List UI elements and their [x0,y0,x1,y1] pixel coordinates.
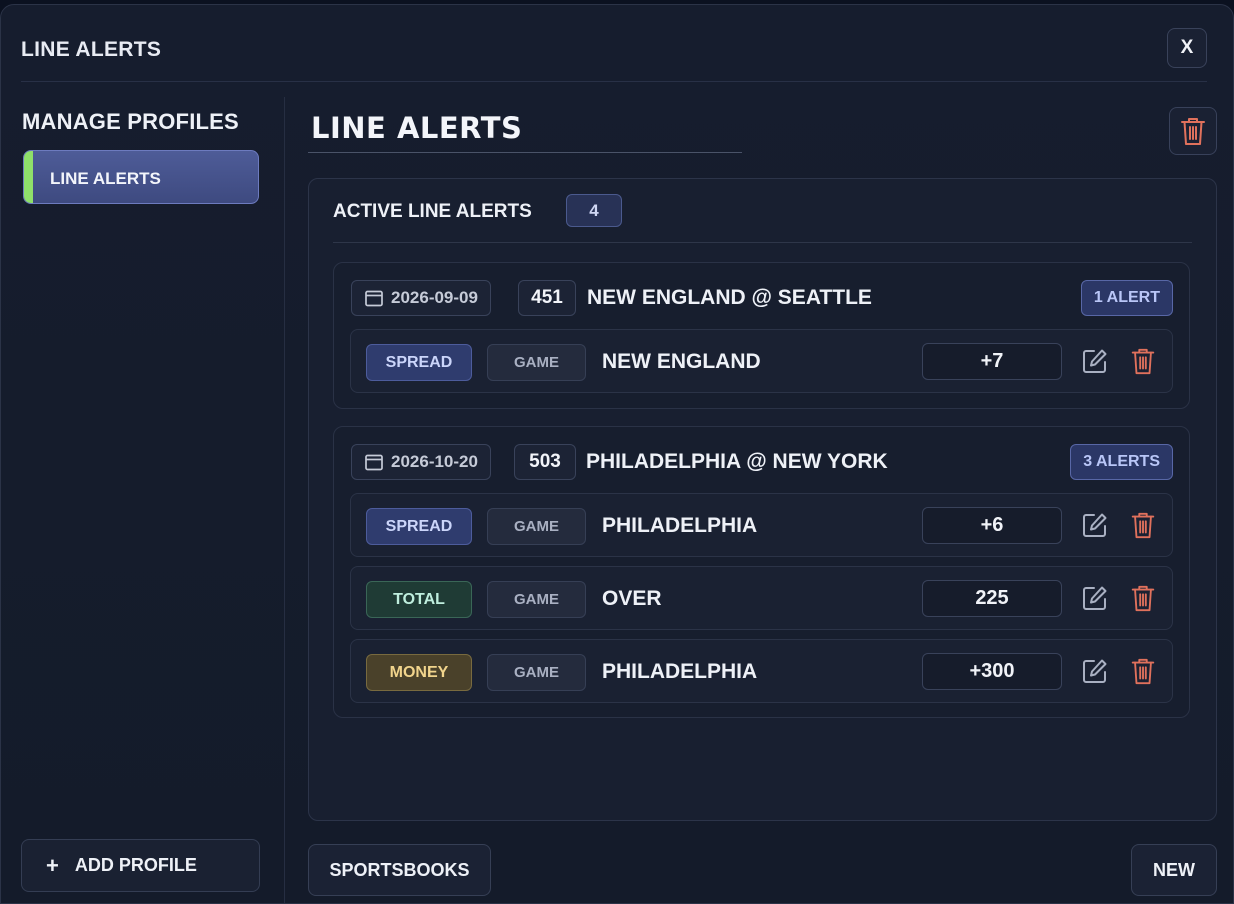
date-chip: 2026-10-20 [351,444,491,480]
add-profile-button[interactable]: + ADD PROFILE [21,839,260,892]
date-label: 2026-09-09 [391,288,478,307]
edit-icon[interactable] [1082,658,1108,684]
calendar-icon [365,454,383,471]
alert-row: MONEY GAME PHILADELPHIA +300 [350,639,1173,703]
trash-icon[interactable] [1130,657,1156,685]
line-value[interactable]: +6 [922,507,1062,544]
new-alert-button[interactable]: NEW [1131,844,1217,896]
alert-count-badge: 1 ALERT [1080,280,1173,316]
game-header: 2026-09-09 451 NEW ENGLAND @ SEATTLE 1 A… [334,263,1189,329]
matchup-label: NEW ENGLAND @ SEATTLE [587,286,872,309]
active-alerts-panel: ACTIVE LINE ALERTS 4 2026-09-09 451 NEW … [308,178,1217,821]
scope-badge: GAME [487,654,586,691]
market-type-badge: MONEY [366,654,472,691]
scope-badge: GAME [487,581,586,618]
game-card: 2026-09-09 451 NEW ENGLAND @ SEATTLE 1 A… [333,262,1190,409]
line-value[interactable]: +7 [922,343,1062,380]
trash-icon [1181,118,1205,145]
alert-row: SPREAD GAME NEW ENGLAND +7 [350,329,1173,393]
divider [333,242,1192,243]
delete-profile-button[interactable] [1169,107,1217,155]
sidebar-title: MANAGE PROFILES [22,109,239,134]
modal-title: LINE ALERTS [21,38,162,61]
profile-label: LINE ALERTS [50,169,161,188]
selection-label: PHILADELPHIA [602,660,758,683]
panel-title: ACTIVE LINE ALERTS [333,201,532,222]
plus-icon: + [46,852,59,878]
date-chip: 2026-09-09 [351,280,491,316]
profiles-sidebar: MANAGE PROFILES LINE ALERTS + ADD PROFIL… [1,97,285,903]
edit-icon[interactable] [1082,512,1108,538]
selection-label: PHILADELPHIA [602,514,758,537]
edit-icon[interactable] [1082,585,1108,611]
matchup-label: PHILADELPHIA @ NEW YORK [586,450,888,473]
edit-icon[interactable] [1082,348,1108,374]
rotation-number: 503 [514,444,576,480]
alert-count-badge: 3 ALERTS [1070,444,1173,480]
sidebar-item-line-alerts[interactable]: LINE ALERTS [23,150,259,204]
rotation-number: 451 [518,280,576,316]
sportsbooks-button[interactable]: SPORTSBOOKS [308,844,491,896]
scope-badge: GAME [487,508,586,545]
alert-row: SPREAD GAME PHILADELPHIA +6 [350,493,1173,557]
trash-icon[interactable] [1130,511,1156,539]
profile-name-title[interactable]: LINE ALERTS [311,111,522,145]
market-type-badge: TOTAL [366,581,472,618]
calendar-icon [365,290,383,307]
trash-icon[interactable] [1130,347,1156,375]
game-header: 2026-10-20 503 PHILADELPHIA @ NEW YORK 3… [334,427,1189,493]
trash-icon[interactable] [1130,584,1156,612]
add-profile-label: ADD PROFILE [74,855,197,875]
game-card: 2026-10-20 503 PHILADELPHIA @ NEW YORK 3… [333,426,1190,718]
close-button[interactable]: X [1167,28,1207,68]
market-type-badge: SPREAD [366,344,472,381]
title-underline [308,152,742,153]
line-value[interactable]: +300 [922,653,1062,690]
line-value[interactable]: 225 [922,580,1062,617]
selection-label: OVER [602,587,662,610]
modal-header: LINE ALERTS X [21,5,1207,82]
selected-indicator [24,151,33,203]
market-type-badge: SPREAD [366,508,472,545]
date-label: 2026-10-20 [391,452,478,471]
scope-badge: GAME [487,344,586,381]
active-count-badge: 4 [566,194,622,227]
selection-label: NEW ENGLAND [602,350,761,373]
alert-row: TOTAL GAME OVER 225 [350,566,1173,630]
